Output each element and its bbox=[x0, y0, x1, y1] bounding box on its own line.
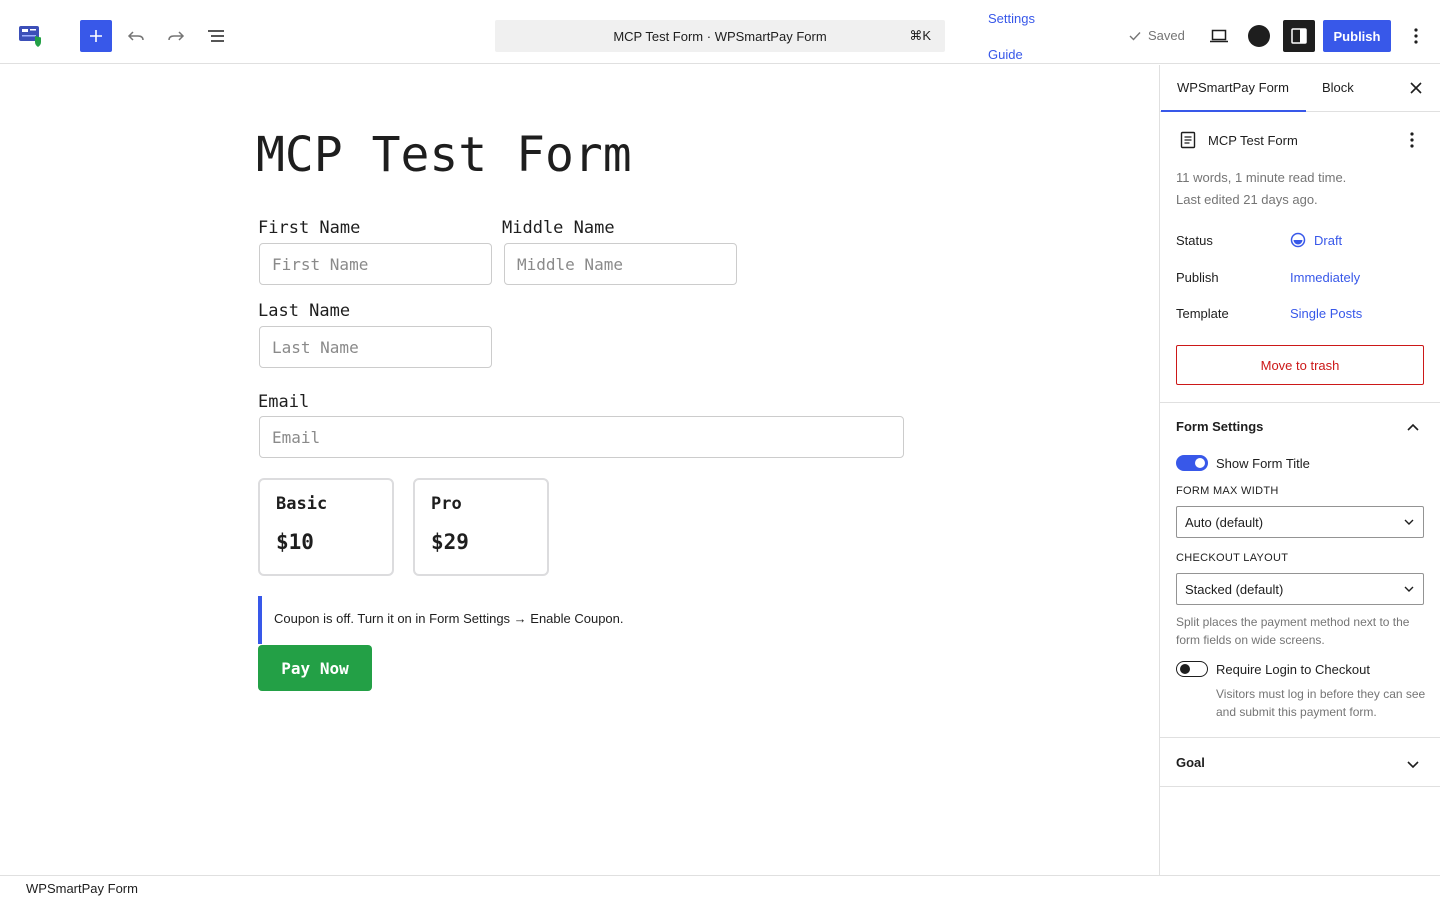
show-form-title-toggle[interactable] bbox=[1176, 455, 1208, 471]
email-label: Email bbox=[258, 392, 310, 412]
publish-date-link[interactable]: Immediately bbox=[1290, 270, 1360, 285]
divider bbox=[1160, 737, 1440, 738]
document-overview-button[interactable] bbox=[200, 20, 232, 52]
block-breadcrumb-bar: WPSmartPay Form bbox=[0, 875, 1440, 900]
price-amount: $10 bbox=[276, 530, 314, 554]
document-icon bbox=[1180, 131, 1196, 154]
style-toggle-icon[interactable] bbox=[1248, 25, 1270, 47]
settings-link[interactable]: Settings bbox=[988, 11, 1035, 26]
coupon-notice: Coupon is off. Turn it on in Form Settin… bbox=[258, 596, 678, 644]
more-vertical-icon bbox=[1414, 28, 1418, 44]
site-logo-icon[interactable] bbox=[18, 24, 44, 48]
move-to-trash-button[interactable]: Move to trash bbox=[1176, 345, 1424, 385]
template-label: Template bbox=[1176, 306, 1229, 321]
sidebar-icon bbox=[1291, 28, 1307, 44]
add-block-button[interactable] bbox=[80, 20, 112, 52]
pay-now-button[interactable]: Pay Now bbox=[258, 645, 372, 691]
show-form-title-label: Show Form Title bbox=[1216, 456, 1310, 471]
document-actions-button[interactable] bbox=[1410, 131, 1414, 154]
status-label: Status bbox=[1176, 233, 1213, 248]
last-name-input[interactable]: Last Name bbox=[259, 326, 492, 368]
form-title[interactable]: MCP Test Form bbox=[256, 127, 632, 183]
redo-icon bbox=[168, 31, 185, 41]
chevron-down-icon bbox=[1404, 586, 1414, 592]
checkout-layout-label: CHECKOUT LAYOUT bbox=[1176, 552, 1289, 564]
checkout-layout-select[interactable]: Stacked (default) bbox=[1176, 573, 1424, 605]
tab-block[interactable]: Block bbox=[1322, 65, 1354, 112]
form-max-width-select[interactable]: Auto (default) bbox=[1176, 506, 1424, 538]
price-name: Pro bbox=[431, 494, 462, 514]
form-settings-title[interactable]: Form Settings bbox=[1176, 419, 1263, 434]
tab-wpsmartpay-form[interactable]: WPSmartPay Form bbox=[1161, 65, 1306, 112]
require-login-label: Require Login to Checkout bbox=[1216, 662, 1370, 677]
form-max-width-label: FORM MAX WIDTH bbox=[1176, 485, 1279, 497]
toggle-knob bbox=[1180, 664, 1190, 674]
chevron-up-icon bbox=[1407, 423, 1419, 431]
more-vertical-icon bbox=[1410, 132, 1414, 148]
document-title: MCP Test Form bbox=[1208, 133, 1298, 148]
command-bar-title: MCP Test Form · WPSmartPay Form bbox=[613, 28, 827, 44]
word-count-info: 11 words, 1 minute read time. bbox=[1176, 170, 1347, 185]
chevron-down-icon bbox=[1407, 761, 1419, 769]
publish-button[interactable]: Publish bbox=[1323, 20, 1391, 52]
last-name-label: Last Name bbox=[258, 301, 351, 321]
price-card-pro[interactable]: Pro $29 bbox=[413, 478, 549, 576]
status-value-button[interactable]: Draft bbox=[1290, 232, 1342, 248]
middle-name-input[interactable]: Middle Name bbox=[504, 243, 737, 285]
guide-link[interactable]: Guide bbox=[988, 47, 1023, 62]
breadcrumb-item[interactable]: WPSmartPay Form bbox=[26, 881, 138, 896]
editor-header: MCP Test Form · WPSmartPay Form ⌘K Setti… bbox=[0, 0, 1440, 64]
options-menu-button[interactable] bbox=[1400, 20, 1432, 52]
middle-name-label: Middle Name bbox=[502, 218, 615, 238]
first-name-input[interactable]: First Name bbox=[259, 243, 492, 285]
command-shortcut: ⌘K bbox=[909, 28, 931, 43]
goal-section-title[interactable]: Goal bbox=[1176, 755, 1205, 770]
first-name-label: First Name bbox=[258, 218, 361, 238]
close-sidebar-button[interactable] bbox=[1409, 81, 1423, 100]
undo-button[interactable] bbox=[120, 20, 152, 52]
toggle-knob bbox=[1195, 458, 1205, 468]
last-edited-info: Last edited 21 days ago. bbox=[1176, 192, 1318, 207]
checkout-layout-help: Split places the payment method next to … bbox=[1176, 615, 1410, 647]
email-input[interactable]: Email bbox=[259, 416, 904, 458]
collapse-form-settings-button[interactable] bbox=[1406, 419, 1420, 437]
undo-icon bbox=[127, 31, 144, 41]
editor-canvas: MCP Test Form First Name First Name Midd… bbox=[0, 65, 1159, 875]
form-max-width-value: Auto (default) bbox=[1185, 515, 1264, 530]
settings-sidebar: WPSmartPay Form Block MCP Test Form 11 w… bbox=[1159, 65, 1440, 875]
redo-button[interactable] bbox=[160, 20, 192, 52]
laptop-icon bbox=[1210, 29, 1228, 43]
price-amount: $29 bbox=[431, 530, 469, 554]
sidebar-tabs: WPSmartPay Form Block bbox=[1160, 65, 1440, 112]
require-login-help: Visitors must log in before they can see… bbox=[1216, 687, 1426, 719]
price-name: Basic bbox=[276, 494, 328, 514]
saved-label: Saved bbox=[1148, 28, 1185, 43]
divider bbox=[1160, 402, 1440, 403]
settings-sidebar-toggle[interactable] bbox=[1283, 20, 1315, 52]
require-login-toggle[interactable] bbox=[1176, 661, 1208, 677]
list-view-icon bbox=[208, 30, 224, 42]
template-link[interactable]: Single Posts bbox=[1290, 306, 1362, 321]
status-value: Draft bbox=[1314, 232, 1343, 248]
check-icon bbox=[1129, 31, 1141, 41]
command-palette-bar[interactable]: MCP Test Form · WPSmartPay Form ⌘K bbox=[495, 20, 945, 52]
preview-device-button[interactable] bbox=[1203, 20, 1235, 52]
plus-icon bbox=[90, 30, 102, 42]
checkout-layout-value: Stacked (default) bbox=[1185, 582, 1284, 597]
saved-indicator: Saved bbox=[1128, 28, 1185, 43]
close-icon bbox=[1410, 82, 1422, 94]
expand-goal-button[interactable] bbox=[1406, 757, 1420, 775]
price-card-basic[interactable]: Basic $10 bbox=[258, 478, 394, 576]
divider bbox=[1160, 786, 1440, 787]
draft-status-icon bbox=[1290, 232, 1306, 248]
chevron-down-icon bbox=[1404, 519, 1414, 525]
publish-label: Publish bbox=[1176, 270, 1219, 285]
